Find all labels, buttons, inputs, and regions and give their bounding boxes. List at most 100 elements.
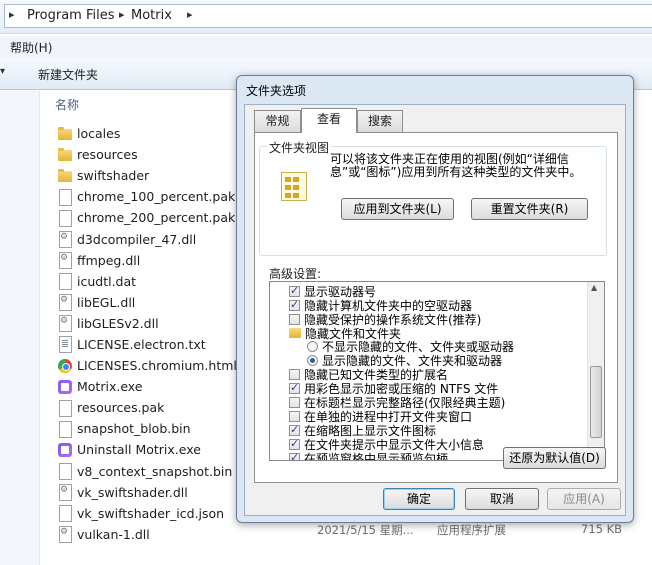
file-icon	[57, 188, 73, 206]
file-row[interactable]: Motrix.exe	[57, 376, 237, 397]
folder-icon	[57, 168, 73, 184]
file-row[interactable]: locales	[57, 123, 237, 144]
file-row[interactable]: vulkan-1.dll	[57, 524, 237, 545]
folder-icon	[57, 126, 73, 142]
file-name: v8_context_snapshot.bin	[77, 463, 233, 479]
reset-folders-button[interactable]: 重置文件夹(R)	[471, 198, 588, 220]
menu-help[interactable]: 帮助(H)	[10, 39, 52, 56]
file-row[interactable]: icudtl.dat	[57, 271, 237, 292]
file-row[interactable]: vk_swiftshader.dll	[57, 482, 237, 503]
file-icon	[57, 273, 73, 291]
file-name: resources	[77, 147, 138, 163]
file-name: snapshot_blob.bin	[77, 421, 191, 437]
file-name: chrome_200_percent.pak	[77, 210, 236, 226]
checkbox-unchecked-icon[interactable]	[289, 396, 300, 408]
cancel-button[interactable]: 取消	[465, 488, 539, 510]
breadcrumb-item-program-files[interactable]: Program Files	[27, 8, 115, 23]
menu-bar: 帮助(H)	[0, 36, 652, 58]
folder-view-description: 可以将该文件夹正在使用的视图(例如“详细信息”或“图标”)应用到所有这种类型的文…	[330, 152, 582, 179]
file-row[interactable]: libGLESv2.dll	[57, 313, 237, 334]
file-row[interactable]: chrome_200_percent.pak	[57, 207, 237, 228]
advanced-settings-list[interactable]: 显示驱动器号隐藏计算机文件夹中的空驱动器隐藏受保护的操作系统文件(推荐)隐藏文件…	[269, 281, 605, 461]
radio-unselected-icon[interactable]	[307, 340, 318, 352]
chevron-right-icon[interactable]: ▸	[187, 8, 193, 21]
file-name: chrome_100_percent.pak	[77, 189, 236, 205]
address-bar: ▸ Program Files ▸ Motrix ▸	[0, 0, 652, 34]
dialog-body: 常规 查看 搜索 文件夹视图 可以将该文件夹正在使用的视图(例如“详细信息”或“…	[244, 104, 626, 516]
file-row[interactable]: LICENSES.chromium.html	[57, 355, 237, 376]
new-folder-button[interactable]: 新建文件夹	[38, 66, 98, 83]
file-row[interactable]: ffmpeg.dll	[57, 250, 237, 271]
checkbox-checked-icon[interactable]	[289, 423, 300, 436]
dll-icon	[57, 526, 73, 544]
file-name: d3dcompiler_47.dll	[77, 231, 197, 247]
file-row[interactable]: v8_context_snapshot.bin	[57, 461, 237, 482]
tab-search[interactable]: 搜索	[357, 110, 403, 132]
folder-view-icon	[277, 169, 311, 203]
file-name: Motrix.exe	[77, 379, 143, 395]
restore-defaults-button[interactable]: 还原为默认值(D)	[503, 447, 606, 469]
dll-icon	[57, 231, 73, 249]
checkbox-unchecked-icon[interactable]	[289, 368, 300, 380]
advanced-settings-label: 高级设置:	[269, 267, 322, 281]
folder-icon	[57, 147, 73, 163]
file-icon	[57, 399, 73, 417]
ok-button[interactable]: 确定	[383, 488, 455, 510]
checkbox-unchecked-icon[interactable]	[289, 410, 300, 422]
advanced-settings-scrollbar[interactable]: ▲ ▼	[587, 282, 604, 460]
checkbox-checked-icon[interactable]	[289, 437, 300, 450]
breadcrumb-item-motrix[interactable]: Motrix	[131, 8, 172, 23]
file-name: vulkan-1.dll	[77, 526, 150, 542]
dll-icon	[57, 484, 73, 502]
checkbox-checked-icon[interactable]	[289, 381, 300, 394]
file-row[interactable]: resources	[57, 144, 237, 165]
file-row[interactable]: swiftshader	[57, 165, 237, 186]
file-size: 715 KB	[581, 522, 623, 536]
scroll-up-icon[interactable]: ▲	[591, 283, 597, 292]
file-row[interactable]: resources.pak	[57, 397, 237, 418]
file-row[interactable]: libEGL.dll	[57, 292, 237, 313]
chrome-html-icon	[57, 358, 73, 374]
apply-button[interactable]: 应用(A)	[547, 488, 621, 510]
file-name: Uninstall Motrix.exe	[77, 442, 201, 458]
file-name: vk_swiftshader_icd.json	[77, 505, 225, 521]
file-type: 应用程序扩展	[437, 523, 506, 537]
column-header-name[interactable]: 名称	[55, 96, 79, 113]
chevron-right-icon[interactable]: ▸	[9, 8, 15, 21]
dll-icon	[57, 252, 73, 270]
file-name: resources.pak	[77, 400, 165, 416]
file-name: vk_swiftshader.dll	[77, 484, 188, 500]
file-name: libEGL.dll	[77, 294, 136, 310]
advanced-setting-item[interactable]: 在预览窗格中显示预览句柄	[289, 451, 448, 460]
file-row[interactable]: LICENSE.electron.txt	[57, 334, 237, 355]
text-file-icon	[57, 336, 73, 354]
apply-to-folders-button[interactable]: 应用到文件夹(L)	[341, 198, 454, 220]
checkbox-checked-icon[interactable]	[289, 451, 300, 460]
file-row[interactable]: d3dcompiler_47.dll	[57, 228, 237, 249]
folder-view-group-title: 文件夹视图	[267, 139, 332, 156]
scrollbar-thumb[interactable]	[590, 366, 602, 438]
app-icon	[57, 379, 73, 395]
tab-general[interactable]: 常规	[254, 110, 301, 132]
checkbox-checked-icon[interactable]	[289, 284, 300, 297]
file-icon	[57, 463, 73, 481]
checkbox-checked-icon[interactable]	[289, 298, 300, 311]
folder-icon	[289, 328, 301, 338]
file-name: icudtl.dat	[77, 273, 137, 289]
file-row[interactable]: vk_swiftshader_icd.json	[57, 503, 237, 524]
file-row[interactable]: chrome_100_percent.pak	[57, 186, 237, 207]
chevron-down-icon[interactable]: ▾	[0, 66, 5, 77]
navigation-pane[interactable]	[0, 91, 40, 565]
file-icon	[57, 209, 73, 227]
breadcrumb[interactable]: ▸ Program Files ▸ Motrix ▸	[4, 4, 652, 28]
file-row[interactable]: Uninstall Motrix.exe	[57, 439, 237, 460]
file-name: LICENSE.electron.txt	[77, 336, 206, 352]
chevron-right-icon[interactable]: ▸	[119, 8, 125, 21]
checkbox-unchecked-icon[interactable]	[289, 313, 300, 325]
radio-selected-icon[interactable]	[307, 354, 318, 366]
file-date: 2021/5/15 星期...	[317, 523, 414, 537]
file-row[interactable]: snapshot_blob.bin	[57, 418, 237, 439]
file-name: locales	[77, 126, 121, 142]
tab-view[interactable]: 查看	[301, 108, 357, 133]
dialog-title: 文件夹选项	[246, 84, 307, 98]
